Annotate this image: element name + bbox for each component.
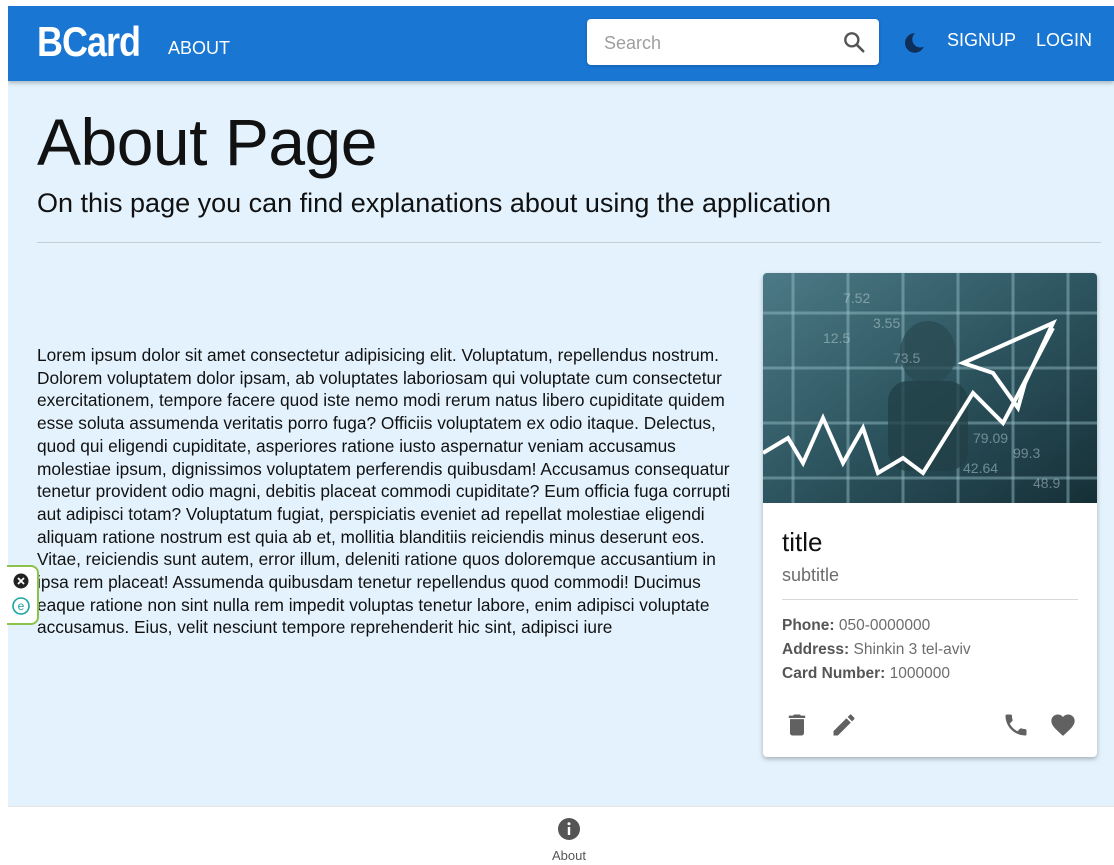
svg-text:79.09: 79.09 bbox=[973, 430, 1008, 446]
browser-extension-widget: e bbox=[7, 565, 39, 625]
card-number-label: Card Number: bbox=[782, 665, 886, 682]
signup-link[interactable]: SIGNUP bbox=[947, 30, 1016, 51]
about-body-text: Lorem ipsum dolor sit amet consectetur a… bbox=[37, 345, 731, 638]
svg-text:7.52: 7.52 bbox=[843, 290, 870, 306]
svg-text:48.9: 48.9 bbox=[1033, 475, 1060, 491]
card-phone-label: Phone: bbox=[782, 617, 835, 634]
login-link[interactable]: LOGIN bbox=[1036, 30, 1092, 51]
search-icon[interactable] bbox=[841, 29, 867, 55]
card-phone-value: 050-0000000 bbox=[838, 617, 931, 634]
card-subtitle: subtitle bbox=[782, 565, 840, 585]
card-phone: Phone: 050-0000000 bbox=[782, 617, 930, 635]
svg-text:3.55: 3.55 bbox=[873, 315, 900, 331]
app-frame: BCard ABOUT SIGNUP LOGIN About Page On t… bbox=[8, 6, 1114, 864]
svg-text:e: e bbox=[18, 599, 25, 613]
card-address-label: Address: bbox=[782, 641, 850, 658]
search-input[interactable] bbox=[602, 31, 836, 55]
bottom-navigation: About bbox=[8, 806, 1114, 865]
search-box bbox=[587, 19, 879, 65]
card-address: Address: Shinkin 3 tel-aviv bbox=[782, 641, 971, 659]
edit-icon[interactable] bbox=[830, 711, 858, 739]
svg-text:73.5: 73.5 bbox=[893, 350, 920, 366]
svg-text:12.5: 12.5 bbox=[823, 330, 850, 346]
svg-text:42.64: 42.64 bbox=[963, 460, 998, 476]
card-divider bbox=[782, 599, 1078, 600]
dark-mode-moon-icon[interactable] bbox=[901, 30, 927, 56]
logo[interactable]: BCard bbox=[37, 18, 141, 66]
svg-text:99.3: 99.3 bbox=[1013, 445, 1040, 461]
nav-about-link[interactable]: ABOUT bbox=[168, 38, 230, 59]
page-subtitle: On this page you can find explanations a… bbox=[37, 188, 832, 218]
bottom-nav-about[interactable]: About bbox=[543, 817, 595, 863]
page-title: About Page bbox=[37, 105, 377, 179]
bottom-nav-about-label: About bbox=[552, 848, 586, 863]
favorite-heart-icon[interactable] bbox=[1049, 711, 1077, 739]
divider bbox=[37, 242, 1101, 243]
extension-e-icon[interactable]: e bbox=[12, 597, 30, 620]
delete-icon[interactable] bbox=[783, 711, 811, 739]
business-card[interactable]: 7.52 3.55 12.5 73.5 79.09 99.3 42.64 48.9 tit… bbox=[763, 273, 1097, 757]
info-icon bbox=[558, 818, 580, 840]
card-title: title bbox=[782, 527, 823, 557]
close-circle-icon[interactable] bbox=[13, 573, 29, 594]
card-address-value: Shinkin 3 tel-aviv bbox=[853, 641, 971, 658]
phone-icon[interactable] bbox=[1002, 711, 1030, 739]
card-number-value: 1000000 bbox=[889, 665, 951, 682]
app-bar: BCard ABOUT SIGNUP LOGIN bbox=[8, 6, 1114, 81]
card-number: Card Number: 1000000 bbox=[782, 665, 950, 683]
card-image: 7.523.55 12.5 73.5 79.09 99.3 42.64 48.9 bbox=[763, 273, 1097, 503]
